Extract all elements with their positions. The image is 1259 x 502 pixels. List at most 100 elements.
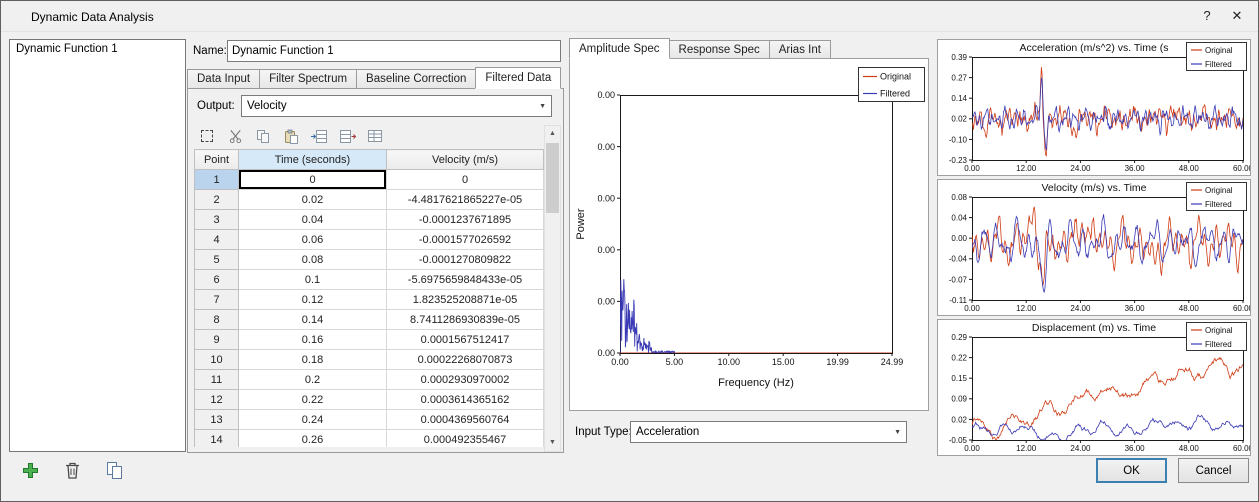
time-cell[interactable]: 0.12 [238, 289, 387, 310]
svg-text:0.00: 0.00 [597, 297, 615, 307]
svg-text:0.02: 0.02 [951, 115, 967, 124]
value-cell[interactable]: -0.0001577026592 [386, 229, 544, 250]
paste-button[interactable] [282, 127, 300, 145]
delete-function-button[interactable] [59, 457, 85, 483]
svg-text:-0.07: -0.07 [949, 275, 968, 284]
time-cell[interactable]: 0.2 [238, 369, 387, 390]
function-list[interactable]: Dynamic Function 1 [9, 39, 186, 452]
close-button[interactable]: ✕ [1222, 1, 1252, 31]
scrollbar-thumb[interactable] [546, 143, 559, 213]
svg-text:24.00: 24.00 [1070, 164, 1091, 173]
svg-text:0.15: 0.15 [951, 374, 967, 383]
value-cell[interactable]: -4.4817621865227e-05 [386, 189, 544, 210]
row-number-cell[interactable]: 1 [194, 169, 239, 190]
row-number-cell[interactable]: 11 [194, 369, 239, 390]
select-all-icon [201, 130, 213, 142]
function-list-item[interactable]: Dynamic Function 1 [10, 40, 185, 58]
add-function-button[interactable] [17, 457, 43, 483]
svg-text:0.29: 0.29 [951, 333, 967, 342]
form-tabs: Data Input Filter Spectrum Baseline Correc… [187, 67, 562, 89]
cut-button[interactable] [226, 127, 244, 145]
column-header-time[interactable]: Time (seconds) [238, 149, 387, 170]
scroll-up-icon[interactable]: ▲ [545, 126, 560, 142]
spectrum-panel: 0.00 0.00 0.00 0.00 0.00 0.00 0.00 5.00 10.00 15.… [569, 58, 929, 411]
plus-icon [22, 462, 38, 478]
cancel-button[interactable]: Cancel [1178, 458, 1249, 483]
svg-text:Displacement (m) vs. Time: Displacement (m) vs. Time [1032, 322, 1156, 334]
row-number-cell[interactable]: 8 [194, 309, 239, 330]
title-bar[interactable]: Dynamic Data Analysis ? ✕ [1, 1, 1258, 32]
time-cell[interactable]: 0.06 [238, 229, 387, 250]
row-number-cell[interactable]: 6 [194, 269, 239, 290]
output-select[interactable]: Velocity ▼ [241, 95, 552, 117]
select-all-button[interactable] [198, 127, 216, 145]
help-button[interactable]: ? [1192, 1, 1222, 31]
value-cell[interactable]: 0.0004369560764 [386, 409, 544, 430]
tab-response-spec[interactable]: Response Spec [668, 40, 770, 59]
row-number-cell[interactable]: 4 [194, 229, 239, 250]
amplitude-spectrum-chart: 0.00 0.00 0.00 0.00 0.00 0.00 0.00 5.00 10.00 15.… [570, 59, 928, 410]
table-row: 7 0.12 1.823525208871e-05 [194, 289, 544, 310]
row-number-cell[interactable]: 14 [194, 429, 239, 447]
column-header-velocity[interactable]: Velocity (m/s) [386, 149, 544, 170]
duplicate-function-button[interactable] [101, 457, 127, 483]
table-scrollbar[interactable]: ▲ ▼ [544, 125, 561, 452]
velocity-chart: Velocity (m/s) vs. Time 0.08 0.04 0.00 -0.04… [938, 180, 1254, 315]
time-cell[interactable]: 0.22 [238, 389, 387, 410]
value-cell[interactable]: -0.0001270809822 [386, 249, 544, 270]
value-cell[interactable]: 0.00022268070873 [386, 349, 544, 370]
tab-baseline-correction[interactable]: Baseline Correction [356, 69, 477, 89]
tab-data-input[interactable]: Data Input [187, 69, 261, 89]
time-cell[interactable]: 0.1 [238, 269, 387, 290]
svg-text:60.00: 60.00 [1233, 444, 1250, 453]
row-number-cell[interactable]: 10 [194, 349, 239, 370]
time-cell[interactable]: 0.18 [238, 349, 387, 370]
time-cell[interactable]: 0.16 [238, 329, 387, 350]
value-cell[interactable]: 0.0003614365162 [386, 389, 544, 410]
row-number-cell[interactable]: 9 [194, 329, 239, 350]
row-number-cell[interactable]: 7 [194, 289, 239, 310]
delete-row-button[interactable] [338, 127, 356, 145]
svg-text:36.00: 36.00 [1125, 164, 1146, 173]
value-cell[interactable]: 0.0001567512417 [386, 329, 544, 350]
time-cell[interactable]: 0 [238, 169, 387, 190]
scroll-down-icon[interactable]: ▼ [545, 435, 560, 451]
value-cell[interactable]: 0.000492355467 [386, 429, 544, 447]
row-number-cell[interactable]: 13 [194, 409, 239, 430]
svg-text:36.00: 36.00 [1125, 304, 1146, 313]
input-type-select[interactable]: Acceleration ▼ [630, 421, 907, 443]
value-cell[interactable]: 1.823525208871e-05 [386, 289, 544, 310]
insert-row-button[interactable] [310, 127, 328, 145]
svg-text:15.00: 15.00 [772, 357, 795, 367]
time-cell[interactable]: 0.26 [238, 429, 387, 447]
copy-button[interactable] [254, 127, 272, 145]
ok-button[interactable]: OK [1096, 458, 1167, 483]
column-header-point[interactable]: Point [194, 149, 239, 170]
tab-amplitude-spec[interactable]: Amplitude Spec [569, 38, 670, 59]
value-cell[interactable]: 0.0002930970002 [386, 369, 544, 390]
row-number-cell[interactable]: 5 [194, 249, 239, 270]
svg-text:12.00: 12.00 [1016, 164, 1037, 173]
row-number-cell[interactable]: 3 [194, 209, 239, 230]
value-cell[interactable]: 8.7411286930839e-05 [386, 309, 544, 330]
tab-filtered-data[interactable]: Filtered Data [475, 67, 562, 89]
time-cell[interactable]: 0.14 [238, 309, 387, 330]
value-cell[interactable]: -0.0001237671895 [386, 209, 544, 230]
table-row: 13 0.24 0.0004369560764 [194, 409, 544, 430]
time-cell[interactable]: 0.08 [238, 249, 387, 270]
time-cell[interactable]: 0.04 [238, 209, 387, 230]
value-cell[interactable]: 0 [386, 169, 544, 190]
output-label: Output: [197, 100, 235, 112]
tab-arias-int[interactable]: Arias Int [768, 40, 831, 59]
time-cell[interactable]: 0.24 [238, 409, 387, 430]
time-cell[interactable]: 0.02 [238, 189, 387, 210]
tab-filter-spectrum[interactable]: Filter Spectrum [259, 69, 358, 89]
name-input[interactable] [227, 40, 561, 62]
table-options-button[interactable] [366, 127, 384, 145]
data-grid: Point Time (seconds) Velocity (m/s) 1002… [194, 149, 544, 447]
table-row: 6 0.1 -5.6975659848433e-05 [194, 269, 544, 290]
value-cell[interactable]: -5.6975659848433e-05 [386, 269, 544, 290]
window-title: Dynamic Data Analysis [31, 10, 154, 24]
row-number-cell[interactable]: 12 [194, 389, 239, 410]
row-number-cell[interactable]: 2 [194, 189, 239, 210]
